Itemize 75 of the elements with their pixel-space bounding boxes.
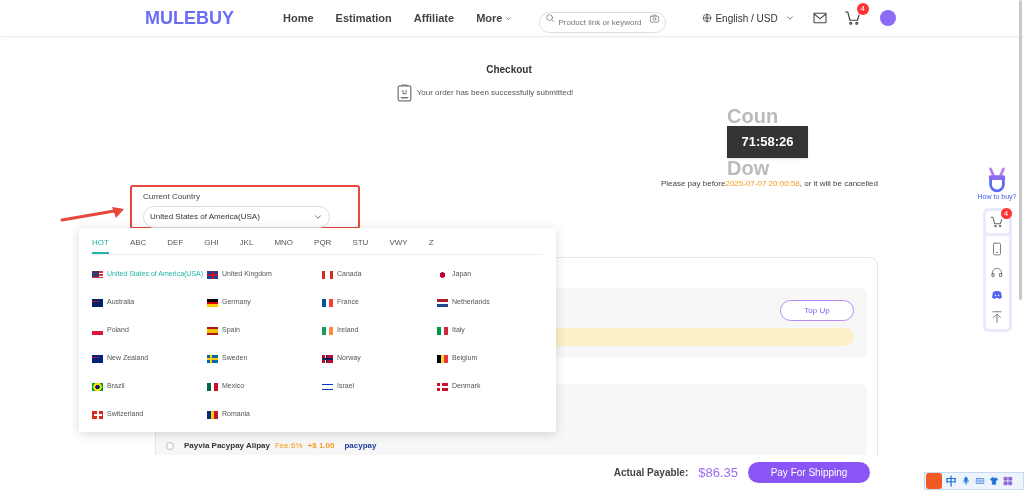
side-cart-button[interactable]: 4 <box>985 211 1009 233</box>
avatar[interactable] <box>879 10 896 26</box>
letter-tab[interactable]: DEF <box>167 237 184 254</box>
flag-icon <box>92 354 103 363</box>
letter-tab[interactable]: MNO <box>274 237 294 254</box>
flag-icon <box>437 326 448 335</box>
flag-icon <box>437 298 448 307</box>
flag-icon <box>437 354 448 363</box>
letter-tab[interactable]: ABC <box>129 237 147 254</box>
nav-link[interactable]: Home <box>283 9 314 27</box>
page-title: Checkout <box>485 63 533 77</box>
mail-icon[interactable] <box>811 10 828 26</box>
chat-game-icon[interactable] <box>990 289 1004 301</box>
flag-icon <box>207 354 218 363</box>
fee-label: Fee:6% <box>275 440 303 452</box>
flag-icon <box>92 298 103 307</box>
search-field[interactable]: Product link or keyword <box>539 11 667 33</box>
flag-icon <box>322 354 333 363</box>
letter-tab[interactable]: Z <box>428 237 434 254</box>
flag-icon <box>207 382 218 391</box>
headset-icon[interactable] <box>990 266 1004 280</box>
countdown-label: Coun <box>727 106 779 126</box>
grid-icon[interactable] <box>1003 476 1013 486</box>
shirt-icon[interactable] <box>989 476 999 486</box>
countdown-label: Dow <box>727 158 770 178</box>
flag-icon <box>207 270 218 279</box>
pay-button[interactable]: Pay For Shipping <box>748 462 870 483</box>
flag-icon <box>322 326 333 335</box>
fee-amount: +$ 1.00 <box>307 440 335 452</box>
success-message: Your order has been successfully submitted! <box>416 87 574 99</box>
ime-mode[interactable]: 中 <box>946 474 957 488</box>
logo[interactable]: MULEBUY <box>145 7 241 29</box>
flag-icon <box>92 270 103 279</box>
letter-tab[interactable]: GHI <box>204 237 219 254</box>
back-to-top-icon[interactable] <box>990 310 1004 324</box>
phone-icon[interactable] <box>990 241 1004 257</box>
field-label: Current Country <box>143 191 201 203</box>
flag-icon <box>207 298 218 307</box>
flag-icon <box>92 410 103 419</box>
language-selector[interactable]: English / USD <box>702 10 795 26</box>
countdown-timer: 71:58:26 <box>727 126 808 158</box>
flag-icon <box>322 270 333 279</box>
letter-tab[interactable]: STU <box>352 237 369 254</box>
cart-badge: 4 <box>856 3 869 15</box>
cart-icon <box>990 215 1004 229</box>
nav-link[interactable]: Affiliate <box>413 9 455 27</box>
top-up-button[interactable]: Top Up <box>780 300 854 321</box>
nav-link[interactable]: More <box>476 9 514 27</box>
letter-tab[interactable]: PQR <box>314 237 332 254</box>
flag-icon <box>322 298 333 307</box>
arrow-icon <box>60 206 126 222</box>
chevron-down-icon <box>313 212 323 222</box>
chevron-down-icon <box>784 13 795 23</box>
keyboard-icon[interactable] <box>975 476 985 486</box>
flag-icon <box>207 410 218 419</box>
deadline-notice: Please pay before2025-07-07 20:00:58, or it will be cancelled <box>659 178 878 190</box>
payment-method: Payvia Pacypay Alipay <box>184 440 270 452</box>
flag-icon <box>207 326 218 335</box>
payable-label: Actual Payable: <box>613 466 689 480</box>
brand-logo: pacypay <box>344 440 377 452</box>
microphone-icon[interactable] <box>961 476 971 486</box>
nav-link[interactable]: Estimation <box>335 9 392 27</box>
camera-icon[interactable] <box>649 12 661 24</box>
cart-icon[interactable] <box>843 9 862 27</box>
flag-icon <box>437 382 448 391</box>
letter-tab[interactable]: JKL <box>239 237 254 254</box>
radio-button[interactable] <box>166 442 174 450</box>
mascot-icon <box>986 165 1008 193</box>
letter-tab[interactable]: VWY <box>389 237 408 254</box>
flag-icon <box>92 382 103 391</box>
country-select[interactable]: United States of America(USA) <box>143 206 330 228</box>
payable-amount: $86.35 <box>698 463 738 482</box>
cart-badge: 4 <box>1000 208 1012 219</box>
globe-icon <box>702 13 713 23</box>
search-icon <box>545 12 556 23</box>
